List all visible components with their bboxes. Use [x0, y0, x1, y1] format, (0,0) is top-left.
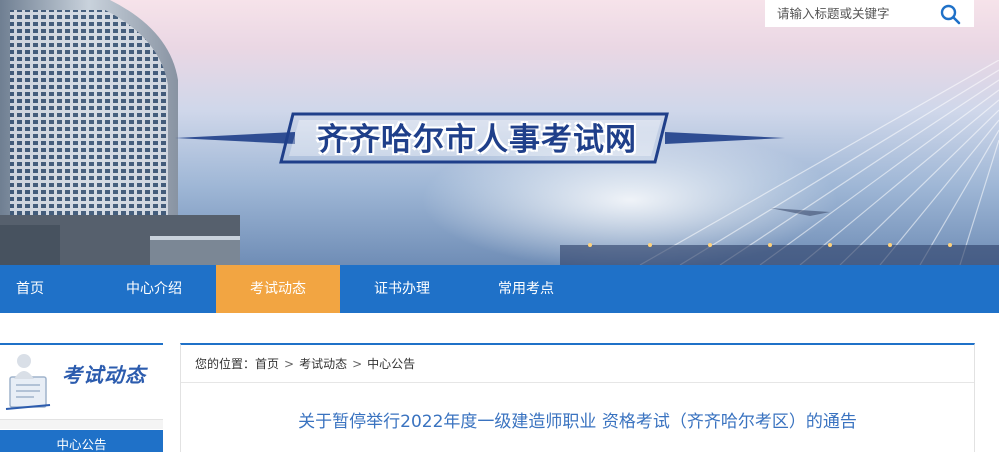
- header-banner: 齐齐哈尔市人事考试网: [0, 0, 999, 265]
- sidebar-item-announcements[interactable]: 中心公告: [0, 430, 163, 452]
- article-title: 关于暂停举行2022年度一级建造师职业 资格考试（齐齐哈尔考区）的通告: [298, 412, 857, 432]
- sidebar-header: 考试动态: [0, 343, 163, 419]
- main-nav: 首页 中心介绍 考试动态 证书办理 常用考点: [0, 265, 999, 313]
- breadcrumb-exam-news[interactable]: 考试动态: [299, 355, 347, 372]
- content-panel: 您的位置： 首页 > 考试动态 > 中心公告 关于暂停举行2022年度一级建造师…: [180, 343, 975, 452]
- search-icon[interactable]: [939, 3, 961, 25]
- nav-item-exam-sites[interactable]: 常用考点: [464, 265, 588, 313]
- search-box: [765, 0, 974, 27]
- breadcrumb-announcements[interactable]: 中心公告: [367, 355, 415, 372]
- breadcrumb-separator: >: [284, 356, 295, 371]
- breadcrumb-home[interactable]: 首页: [255, 355, 279, 372]
- nav-item-about[interactable]: 中心介绍: [92, 265, 216, 313]
- nav-item-certificates[interactable]: 证书办理: [340, 265, 464, 313]
- search-input[interactable]: [765, 0, 935, 27]
- sidebar-divider: [0, 419, 163, 429]
- breadcrumb: 您的位置： 首页 > 考试动态 > 中心公告: [181, 345, 974, 383]
- site-title: 齐齐哈尔市人事考试网: [317, 122, 637, 158]
- breadcrumb-separator: >: [352, 356, 363, 371]
- site-title-plate: 齐齐哈尔市人事考试网: [175, 110, 785, 166]
- document-icon: [5, 354, 51, 410]
- nav-item-home[interactable]: 首页: [0, 265, 60, 313]
- nav-item-exam-news[interactable]: 考试动态: [216, 265, 340, 313]
- breadcrumb-prefix: 您的位置：: [195, 357, 256, 371]
- sidebar-title: 考试动态: [62, 363, 146, 387]
